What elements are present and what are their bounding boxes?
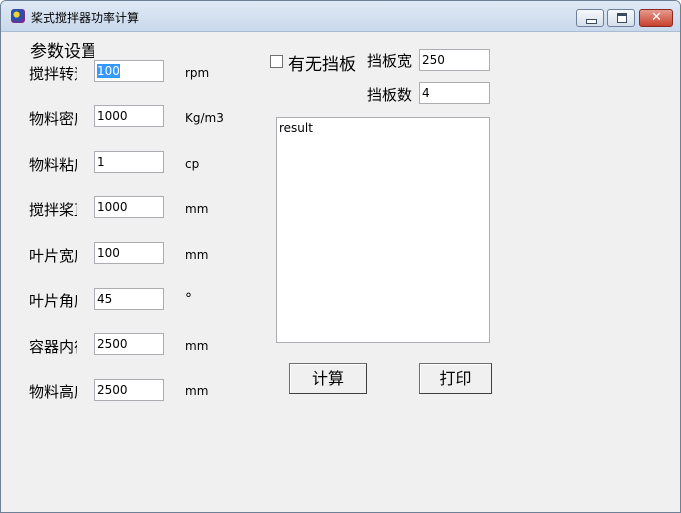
impeller-diameter-label: 搅拌桨直径 xyxy=(29,201,77,219)
blade-width-unit: mm xyxy=(185,248,209,262)
baffle-width-input[interactable]: 250 xyxy=(419,49,490,71)
print-button[interactable]: 打印 xyxy=(419,363,492,394)
density-unit: Kg/m3 xyxy=(185,111,224,125)
liquid-height-unit: mm xyxy=(185,384,209,398)
baffle-width-label: 挡板宽度 xyxy=(367,52,412,70)
maximize-button[interactable] xyxy=(607,9,635,27)
baffle-count-input[interactable]: 4 xyxy=(419,82,490,104)
density-label: 物料密度 xyxy=(29,110,77,128)
vessel-diameter-input[interactable]: 2500 xyxy=(94,333,164,355)
minimize-icon xyxy=(586,19,597,24)
calculate-button[interactable]: 计算 xyxy=(289,363,367,394)
title-bar[interactable]: 桨式搅拌器功率计算 ✕ xyxy=(1,1,680,32)
result-textarea[interactable]: result xyxy=(276,117,490,343)
app-icon xyxy=(11,9,25,23)
speed-unit: rpm xyxy=(185,66,210,80)
viscosity-unit: cp xyxy=(185,157,200,171)
impeller-diameter-unit: mm xyxy=(185,202,209,216)
section-title: 参数设置 xyxy=(30,42,94,62)
speed-label: 搅拌转速 xyxy=(29,65,77,83)
close-icon: ✕ xyxy=(651,10,662,25)
maximize-icon xyxy=(617,13,627,23)
baffle-checkbox[interactable] xyxy=(270,55,283,68)
blade-width-input[interactable]: 100 xyxy=(94,242,164,264)
blade-angle-label: 叶片角度 xyxy=(29,292,77,310)
impeller-diameter-input[interactable]: 1000 xyxy=(94,196,164,218)
vessel-diameter-unit: mm xyxy=(185,339,209,353)
viscosity-label: 物料粘度 xyxy=(29,156,77,174)
viscosity-input[interactable]: 1 xyxy=(94,151,164,173)
blade-angle-input[interactable]: 45 xyxy=(94,288,164,310)
density-input[interactable]: 1000 xyxy=(94,105,164,127)
baffle-checkbox-label: 有无挡板 xyxy=(288,55,356,75)
liquid-height-label: 物料高度 xyxy=(29,383,77,401)
liquid-height-input[interactable]: 2500 xyxy=(94,379,164,401)
baffle-count-label: 挡板数 xyxy=(367,86,412,104)
minimize-button[interactable] xyxy=(576,9,604,27)
vessel-diameter-label: 容器内径 xyxy=(29,338,77,356)
blade-width-label: 叶片宽度 xyxy=(29,247,77,265)
app-window: 桨式搅拌器功率计算 ✕ 参数设置 搅拌转速 100 rpm 物料密度 1000 … xyxy=(0,0,681,513)
blade-angle-unit: ° xyxy=(185,291,192,307)
speed-value: 100 xyxy=(97,64,120,78)
close-button[interactable]: ✕ xyxy=(639,9,673,27)
speed-input[interactable]: 100 xyxy=(94,60,164,82)
window-title: 桨式搅拌器功率计算 xyxy=(31,11,140,25)
